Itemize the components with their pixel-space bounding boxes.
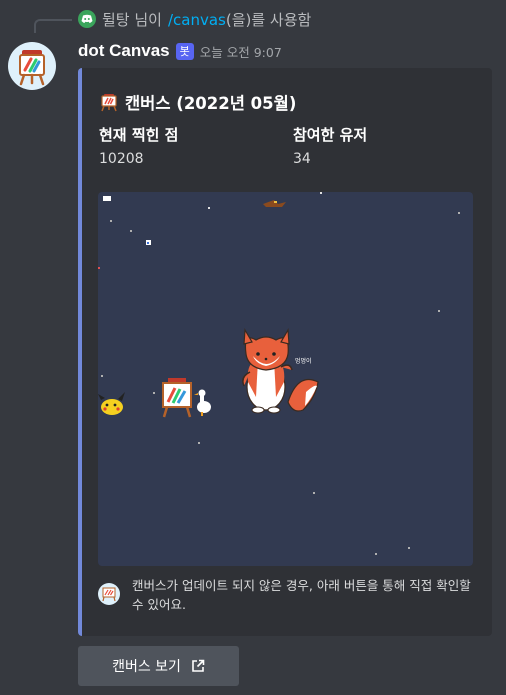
author-name[interactable]: dot Canvas <box>78 41 170 61</box>
easel-icon <box>101 94 117 112</box>
bird-sprite <box>263 200 286 207</box>
discord-icon <box>78 10 96 28</box>
message-timestamp[interactable]: 오늘 오전 9:07 <box>200 42 282 61</box>
bot-tag: 봇 <box>175 42 194 60</box>
reply-reference[interactable]: 뒬탕 님이 /canvas(을)를 사용함 <box>78 8 311 30</box>
field-value: 10208 <box>99 151 144 167</box>
view-canvas-button[interactable]: 캔버스 보기 <box>78 646 239 686</box>
canvas-image[interactable]: 멍멍이 <box>98 192 473 566</box>
fox-sprite <box>242 328 319 414</box>
pikachu-sprite <box>98 392 125 415</box>
field-name: 현재 찍힌 점 <box>99 126 179 144</box>
embed-title-text: 캔버스 (2022년 05월) <box>125 94 297 113</box>
field-name: 참여한 유저 <box>293 126 368 144</box>
reply-connector <box>34 19 72 33</box>
avatar[interactable] <box>8 42 56 90</box>
field-points: 현재 찍힌 점 10208 <box>99 124 178 167</box>
footer-avatar-icon <box>98 583 120 605</box>
reply-user-name[interactable]: 뒬탕 님이 <box>102 9 162 30</box>
field-value: 34 <box>293 151 311 167</box>
embed-title: 캔버스 (2022년 05월) <box>99 90 296 114</box>
view-canvas-label: 캔버스 보기 <box>112 659 181 675</box>
external-link-icon <box>192 659 205 672</box>
easel-sprite <box>162 378 192 418</box>
footer-text: 캔버스가 업데이트 되지 않은 경우, 아래 버튼을 통해 직접 확인할 수 있… <box>132 578 471 612</box>
embed-footer: 캔버스가 업데이트 되지 않은 경우, 아래 버튼을 통해 직접 확인할 수 있… <box>98 576 473 614</box>
message-header: dot Canvas 봇 오늘 오전 9:07 <box>78 41 282 61</box>
canvas-caption: 멍멍이 <box>295 357 312 365</box>
field-users: 참여한 유저 34 <box>293 124 367 167</box>
goose-sprite <box>194 389 211 416</box>
easel-icon <box>19 50 45 86</box>
embed: 캔버스 (2022년 05월) 현재 찍힌 점 10208 참여한 유저 34 <box>78 68 492 636</box>
slash-command[interactable]: /canvas <box>168 11 226 29</box>
reply-suffix: (을)를 사용함 <box>225 10 312 29</box>
